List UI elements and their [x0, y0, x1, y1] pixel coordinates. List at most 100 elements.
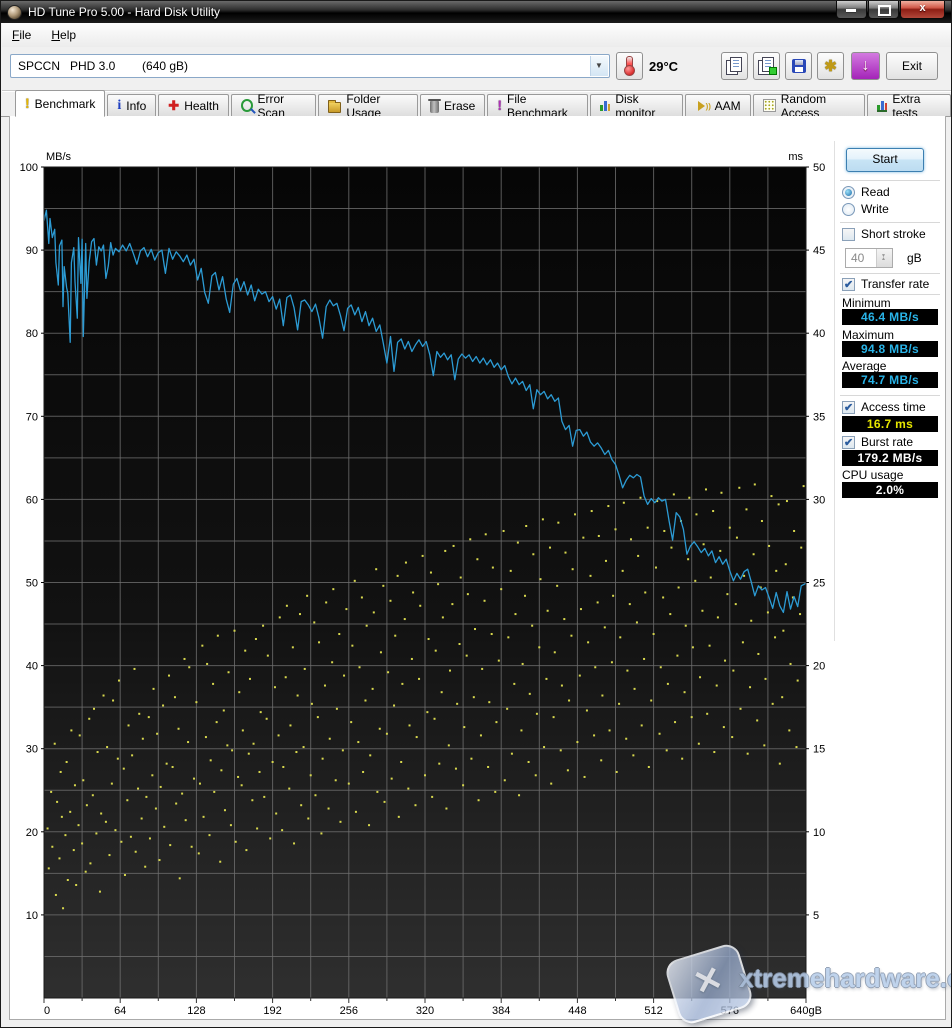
- svg-text:50: 50: [26, 578, 38, 590]
- file-benchmark-icon: [497, 99, 502, 112]
- tab-health[interactable]: Health: [158, 94, 229, 116]
- average-label: Average: [842, 359, 887, 373]
- tab-extra-tests[interactable]: Extra tests: [867, 92, 951, 120]
- svg-text:64: 64: [114, 1005, 126, 1017]
- svg-text:640gB: 640gB: [790, 1005, 822, 1017]
- svg-text:30: 30: [813, 494, 825, 506]
- copy-button[interactable]: [721, 52, 748, 80]
- info-icon: [117, 99, 121, 112]
- burst-rate-row[interactable]: Burst rate: [842, 435, 913, 449]
- minimum-label: Minimum: [842, 296, 891, 310]
- minimize-icon: [846, 9, 856, 12]
- tab-info[interactable]: Info: [107, 94, 157, 116]
- transfer-rate-checkbox[interactable]: [842, 277, 855, 291]
- short-stroke-row[interactable]: Short stroke: [842, 227, 926, 241]
- tab-file-benchmark[interactable]: File Benchmark: [487, 92, 589, 120]
- menu-bar: File Help: [2, 23, 951, 48]
- svg-text:15: 15: [813, 744, 825, 756]
- svg-text:40: 40: [813, 328, 825, 340]
- access-time-checkbox[interactable]: [842, 400, 855, 414]
- copy-image-icon: [762, 57, 777, 75]
- down-arrow-icon: [862, 57, 870, 75]
- window-title: HD Tune Pro 5.00 - Hard Disk Utility: [28, 5, 221, 19]
- close-button[interactable]: x: [900, 1, 945, 19]
- folder-usage-icon: [328, 99, 342, 113]
- cpu-usage-label: CPU usage: [842, 468, 904, 482]
- cpu-usage-value: 2.0%: [842, 482, 938, 498]
- maximize-button[interactable]: [868, 1, 899, 19]
- svg-text:320: 320: [416, 1005, 434, 1017]
- svg-text:512: 512: [644, 1005, 662, 1017]
- svg-text:256: 256: [340, 1005, 358, 1017]
- close-icon: x: [919, 2, 926, 14]
- tab-strip: Benchmark Info Health Error Scan Folder …: [1, 90, 951, 120]
- short-stroke-input[interactable]: 40: [845, 247, 893, 269]
- title-bar: HD Tune Pro 5.00 - Hard Disk Utility x: [1, 1, 951, 23]
- tab-aam[interactable]: AAM: [684, 94, 751, 116]
- svg-text:5: 5: [813, 910, 819, 922]
- maximize-icon: [878, 5, 891, 16]
- transfer-rate-row[interactable]: Transfer rate: [842, 277, 929, 291]
- svg-text:40: 40: [26, 661, 38, 673]
- svg-text:70: 70: [26, 411, 38, 423]
- svg-text:448: 448: [568, 1005, 586, 1017]
- write-radio[interactable]: [842, 202, 855, 216]
- read-radio[interactable]: [842, 185, 855, 199]
- exit-button[interactable]: Exit: [886, 52, 938, 80]
- read-radio-row[interactable]: Read: [842, 185, 890, 199]
- svg-text:45: 45: [813, 245, 825, 257]
- svg-text:128: 128: [187, 1005, 205, 1017]
- svg-text:ms: ms: [788, 151, 803, 163]
- svg-text:100: 100: [20, 162, 38, 174]
- benchmark-chart: 100 90 80 70 60 50 40 30 20 10 MB/s 50 45 40 35 30 25 20 1…: [15, 146, 829, 1020]
- spinner-arrows-icon[interactable]: [876, 247, 892, 269]
- tab-folder-usage[interactable]: Folder Usage: [318, 92, 418, 120]
- tab-erase[interactable]: Erase: [420, 94, 486, 116]
- minimize-button[interactable]: [836, 1, 867, 19]
- options-button[interactable]: [817, 52, 844, 80]
- erase-icon: [428, 98, 441, 113]
- svg-text:192: 192: [263, 1005, 281, 1017]
- temperature-value: 29°C: [649, 59, 679, 74]
- chevron-down-icon[interactable]: [590, 56, 608, 76]
- svg-text:0: 0: [44, 1005, 50, 1017]
- svg-text:10: 10: [26, 910, 38, 922]
- divider: [840, 222, 940, 224]
- thermometer-icon: [624, 56, 635, 76]
- access-time-row[interactable]: Access time: [842, 400, 926, 414]
- svg-text:20: 20: [813, 661, 825, 673]
- svg-text:50: 50: [813, 162, 825, 174]
- toolbar: SPCCN PHD 3.0 (640 gB) 29°C Exit: [2, 47, 951, 91]
- svg-text:80: 80: [26, 328, 38, 340]
- menu-help[interactable]: Help: [41, 25, 86, 45]
- tab-benchmark[interactable]: Benchmark: [15, 90, 106, 117]
- exit-label: Exit: [901, 59, 922, 73]
- save-button[interactable]: [785, 52, 812, 80]
- disk-monitor-icon: [600, 100, 611, 111]
- maximum-label: Maximum: [842, 328, 895, 342]
- benchmark-icon: [25, 97, 30, 110]
- svg-text:10: 10: [813, 827, 825, 839]
- burst-rate-checkbox[interactable]: [842, 435, 855, 449]
- random-access-icon: [762, 99, 776, 112]
- tab-error-scan[interactable]: Error Scan: [230, 92, 317, 120]
- burst-rate-value: 179.2 MB/s: [842, 450, 938, 466]
- drive-select-value: SPCCN PHD 3.0 (640 gB): [18, 59, 189, 73]
- download-button[interactable]: [851, 52, 880, 80]
- gear-icon: [824, 57, 837, 76]
- tab-disk-monitor[interactable]: Disk monitor: [590, 92, 683, 120]
- temperature-button[interactable]: [616, 52, 643, 80]
- short-stroke-checkbox[interactable]: [842, 227, 855, 241]
- start-button[interactable]: Start: [846, 148, 924, 172]
- svg-text:MB/s: MB/s: [46, 151, 72, 163]
- menu-file[interactable]: File: [2, 25, 41, 45]
- drive-select-dropdown[interactable]: SPCCN PHD 3.0 (640 gB): [10, 54, 610, 78]
- write-radio-row[interactable]: Write: [842, 202, 889, 216]
- svg-text:90: 90: [26, 245, 38, 257]
- copy-image-button[interactable]: [753, 52, 780, 80]
- tab-random-access[interactable]: Random Access: [752, 92, 866, 120]
- svg-text:384: 384: [492, 1005, 510, 1017]
- svg-text:60: 60: [26, 494, 38, 506]
- chart-canvas: 100908070605040302010MB/s504540353025201…: [20, 151, 826, 1017]
- short-stroke-unit: gB: [907, 251, 922, 265]
